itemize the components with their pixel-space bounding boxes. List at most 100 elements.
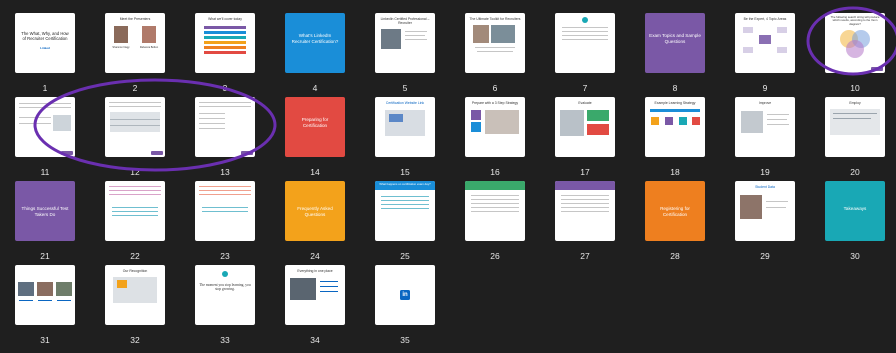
slide-number: 26 [490,251,500,261]
slide-number: 21 [40,251,50,261]
slide-preview[interactable]: Everything in one place [285,265,345,325]
slide-thumbnail-32[interactable]: Our Recognition 32 [105,265,165,353]
slide-preview[interactable]: Frequently Asked Questions [285,181,345,241]
text-line [19,300,33,301]
slide-thumbnail-3[interactable]: What we'll cover today 3 [195,13,255,101]
text-line [109,190,161,191]
slide-number: 34 [310,335,320,345]
slide-preview[interactable]: Student Data [735,181,795,241]
slide-preview[interactable]: Meet the Presenters Shannon Nagy Rebecca… [105,13,165,73]
slide-preview[interactable]: What's LinkedIn Recruiter Certification? [285,13,345,73]
slide-thumbnail-14[interactable]: Preparing for Certification 14 [285,97,345,185]
slide-number: 32 [130,335,140,345]
slide-thumbnail-6[interactable]: The Ultimate Toolkit for Recruiters 6 [465,13,525,101]
text-line [199,186,251,187]
slide-thumbnail-28[interactable]: Registering for Certification 28 [645,181,705,269]
slide-preview[interactable]: Prepare with a 3 Step Strategy [465,97,525,157]
slide-thumbnail-7[interactable]: 7 [555,13,615,101]
slide-preview[interactable]: Preparing for Certification [285,97,345,157]
slide-thumbnail-30[interactable]: Takeaways 30 [825,181,885,269]
text-line [202,207,248,208]
text-line [562,35,608,36]
slide-thumbnail-17[interactable]: Evaluate 17 [555,97,615,185]
text-line [561,195,609,196]
slide-image [56,282,72,296]
slide-preview[interactable]: What we'll cover today [195,13,255,73]
slide-preview[interactable]: What happens on certification exam day? [375,181,435,241]
slide-number: 14 [310,167,320,177]
strategy-icon [651,117,659,125]
quote-icon [582,17,588,23]
slide-thumbnail-5[interactable]: LinkedIn Certified Professional – Recrui… [375,13,435,101]
status-box [587,124,609,135]
slide-thumbnail-10[interactable]: The following search string will produce… [825,13,885,101]
slide-preview[interactable] [15,97,75,157]
slide-title: The Ultimate Toolkit for Recruiters [469,17,521,21]
slide-preview[interactable] [465,181,525,241]
text-line [109,106,161,107]
slide-preview[interactable]: Exam Topics and Sample Questions [645,13,705,73]
slide-image [741,111,763,133]
slide-thumbnail-35[interactable]: in 35 [375,265,435,353]
slide-thumbnail-12[interactable]: 12 [105,97,165,185]
slide-quote: The moment you stop learning, you stop g… [199,283,251,292]
slide-preview[interactable]: The Ultimate Toolkit for Recruiters [465,13,525,73]
slide-preview[interactable]: Registering for Certification [645,181,705,241]
slide-thumbnail-4[interactable]: What's LinkedIn Recruiter Certification?… [285,13,345,101]
text-line [405,35,425,36]
slide-preview[interactable] [195,97,255,157]
slide-preview[interactable]: The following search string will produce… [825,13,885,73]
slide-thumbnail-31[interactable]: 31 [15,265,75,353]
text-line [320,291,338,292]
slide-preview[interactable] [105,97,165,157]
slide-thumbnail-34[interactable]: Everything in one place 34 [285,265,345,353]
slide-thumbnail-33[interactable]: The moment you stop learning, you stop g… [195,265,255,353]
slide-thumbnail-16[interactable]: Prepare with a 3 Step Strategy 16 [465,97,525,185]
slide-number: 12 [130,167,140,177]
slide-preview[interactable]: Employ [825,97,885,157]
slide-thumbnail-26[interactable]: 26 [465,181,525,269]
slide-preview[interactable]: Certification Website Link [375,97,435,157]
slide-number: 28 [670,251,680,261]
slide-title: Meet the Presenters [119,17,151,21]
linkedin-logo: in [400,290,410,300]
slide-thumbnail-13[interactable]: 13 [195,97,255,185]
slide-preview[interactable] [555,181,615,241]
slide-thumbnail-8[interactable]: Exam Topics and Sample Questions 8 [645,13,705,101]
slide-thumbnail-23[interactable]: 23 [195,181,255,269]
slide-preview[interactable]: Improve [735,97,795,157]
slide-preview[interactable]: LinkedIn Certified Professional – Recrui… [375,13,435,73]
slide-thumbnail-2[interactable]: Meet the Presenters Shannon Nagy Rebecca… [105,13,165,101]
slide-thumbnail-9[interactable]: Be the Expert, 4 Topic Areas 9 [735,13,795,101]
slide-thumbnail-22[interactable]: 22 [105,181,165,269]
slide-thumbnail-25[interactable]: What happens on certification exam day? … [375,181,435,269]
slide-thumbnail-24[interactable]: Frequently Asked Questions 24 [285,181,345,269]
slide-preview[interactable] [15,265,75,325]
slide-thumbnail-29[interactable]: Student Data 29 [735,181,795,269]
slide-thumbnail-20[interactable]: Employ 20 [825,97,885,185]
slide-preview[interactable] [105,181,165,241]
screenshot-image [53,115,71,131]
slide-thumbnail-11[interactable]: 11 [15,97,75,185]
slide-thumbnail-19[interactable]: Improve 19 [735,97,795,185]
slide-preview[interactable]: Our Recognition [105,265,165,325]
slide-preview[interactable]: The moment you stop learning, you stop g… [195,265,255,325]
slide-preview[interactable] [555,13,615,73]
slide-thumbnail-27[interactable]: 27 [555,181,615,269]
slide-preview[interactable]: Takeaways [825,181,885,241]
slide-preview[interactable] [195,181,255,241]
slide-preview[interactable]: Be the Expert, 4 Topic Areas [735,13,795,73]
slide-thumbnail-15[interactable]: Certification Website Link 15 [375,97,435,185]
slide-thumbnail-18[interactable]: Example Learning Strategy 18 [645,97,705,185]
strategy-bar [650,109,700,112]
slide-preview[interactable]: Example Learning Strategy [645,97,705,157]
slide-preview[interactable]: The What, Why, and How of Recruiter Cert… [15,13,75,73]
slide-thumbnail-21[interactable]: Things Successful Test Takers Do 21 [15,181,75,269]
slide-preview[interactable]: Evaluate [555,97,615,157]
slide-thumbnail-1[interactable]: The What, Why, and How of Recruiter Cert… [15,13,75,101]
slide-number: 22 [130,251,140,261]
slide-preview[interactable]: in [375,265,435,325]
slide-preview[interactable]: Things Successful Test Takers Do [15,181,75,241]
slide-number: 16 [490,167,500,177]
slide-title: Frequently Asked Questions [297,206,333,217]
